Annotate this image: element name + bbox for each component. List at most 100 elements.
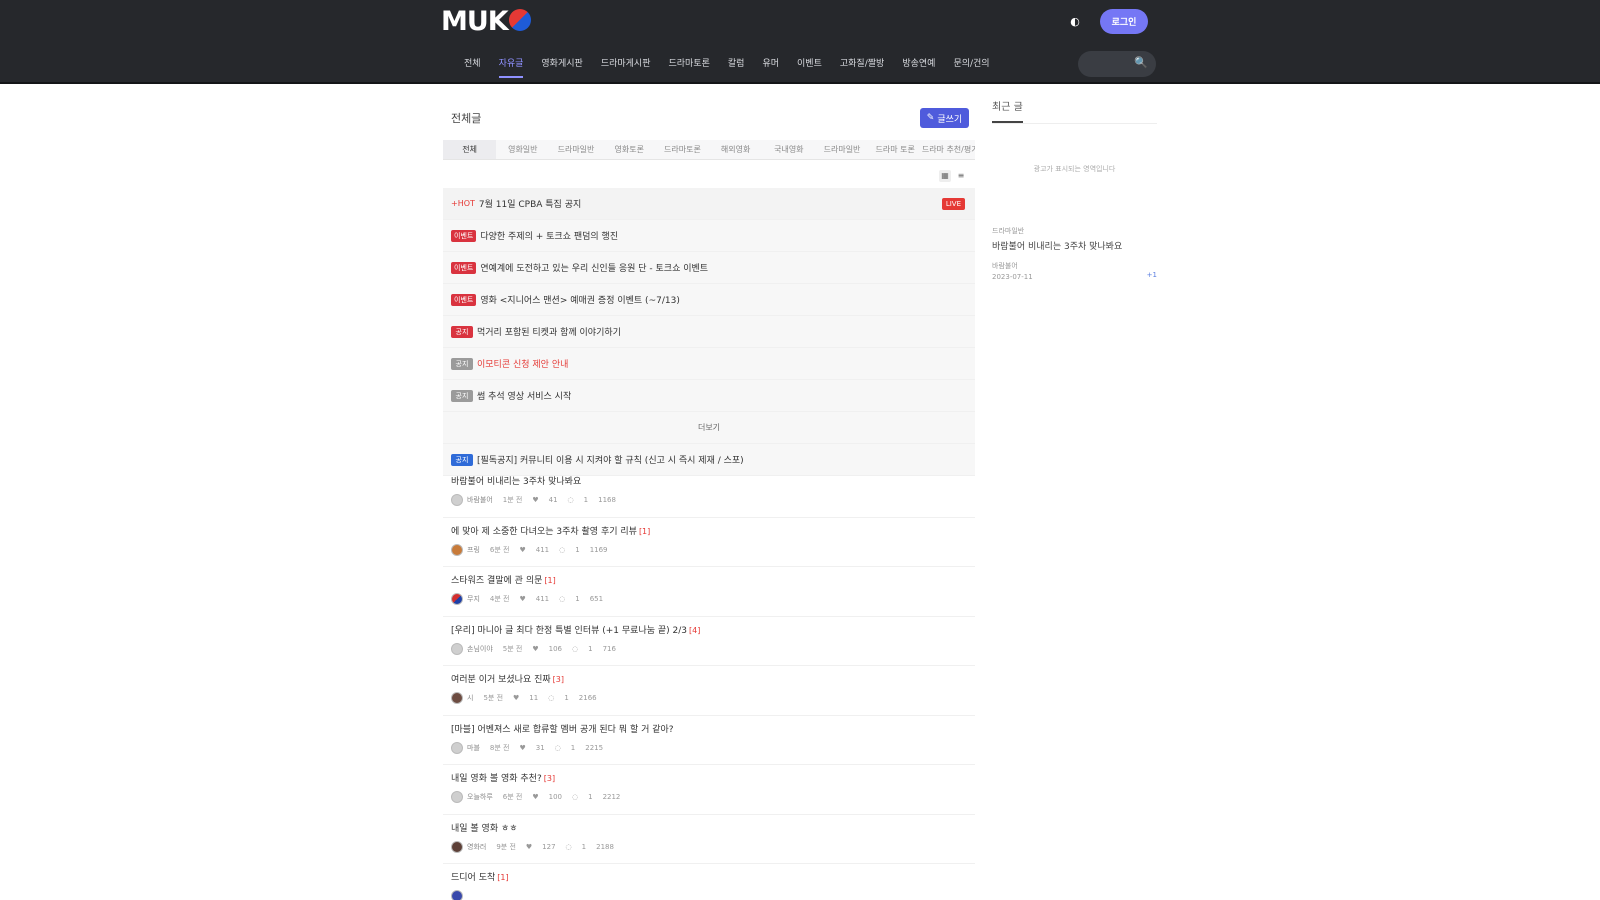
post-row[interactable]: 여러분 이거 보셨나요 진짜 [3] 시 5분 전 ♥ 11 ◌ 1 2166 <box>443 666 975 716</box>
heart-icon: ♥ <box>525 842 533 851</box>
post-author[interactable]: 무지 <box>451 593 480 605</box>
post-row[interactable]: [마블] 어벤져스 새로 합류할 멤버 공개 된다 뭐 할 거 같아? 마블 8… <box>443 716 975 765</box>
heart-icon: ♥ <box>519 743 526 752</box>
reply-count: 1 <box>581 842 587 851</box>
tab[interactable]: 영화일반 <box>496 140 549 159</box>
site-logo[interactable]: MUK <box>441 6 531 37</box>
post-title-text: 에 맞아 제 소중한 다녀오는 3주차 촬영 후기 리뷰 <box>451 526 637 537</box>
post-row[interactable]: 바람불어 비내리는 3주차 맞나봐요 바람불어 1분 전 ♥ 41 ◌ 1 1168 <box>443 468 975 518</box>
post-title-text: 내일 영화 볼 영화 추천? <box>451 774 542 784</box>
view-count: 1168 <box>598 496 616 504</box>
heart-icon: ♥ <box>532 496 539 504</box>
nav-item[interactable]: 이벤트 <box>788 52 831 76</box>
post-author[interactable]: 프링 <box>451 543 480 556</box>
like-count: 127 <box>542 842 556 851</box>
nav-item[interactable]: 고화질/짤방 <box>831 52 893 76</box>
avatar <box>451 593 463 605</box>
tab[interactable]: 국내영화 <box>762 140 815 159</box>
notice-row[interactable]: 이벤트 영화 <지니어스 맨션> 예매권 증정 이벤트 (~7/13) <box>443 284 975 316</box>
nav-item[interactable]: 칼럼 <box>719 52 754 76</box>
avatar <box>451 692 463 704</box>
notice-badge: 이벤트 <box>451 261 477 274</box>
recent-post-title[interactable]: 바람불어 비내리는 3주차 맞나봐요 <box>992 239 1157 252</box>
notice-row[interactable]: 공지 썸 추석 영상 서비스 시작 <box>443 380 975 412</box>
write-button[interactable]: ✎ 글쓰기 <box>920 108 969 128</box>
post-row[interactable]: 스타워즈 결말에 관 의문 [1] 무지 4분 전 ♥ 411 ◌ 1 651 <box>443 567 975 617</box>
theme-toggle-icon[interactable]: ◐ <box>1068 14 1082 28</box>
post-title[interactable]: 여러분 이거 보셨나요 진짜 [3] <box>451 672 967 685</box>
search-input[interactable]: 🔍 <box>1078 51 1156 77</box>
post-row[interactable]: 내일 영화 볼 영화 추천? [3] 오늘하루 6분 전 ♥ 100 ◌ 1 2212 <box>443 765 975 815</box>
author-name: 오늘하루 <box>467 793 493 801</box>
notice-badge: 공지 <box>451 389 473 402</box>
notice-list: +HOT 7월 11일 CPBA 특집 공지 LIVE 이벤트 다양한 주제의 … <box>443 188 975 476</box>
notice-row[interactable]: +HOT 7월 11일 CPBA 특집 공지 LIVE <box>443 188 975 220</box>
post-meta: 바람불어 1분 전 ♥ 41 ◌ 1 1168 <box>451 494 967 506</box>
post-row[interactable]: 드디어 도착 [1] <box>443 864 975 900</box>
tab[interactable]: 해외영화 <box>709 140 762 159</box>
grid-view-icon[interactable]: ▦ <box>939 170 951 182</box>
recent-post-author: 바람불어 <box>992 262 1018 270</box>
notice-row[interactable]: 공지 이모티콘 신청 제안 안내 <box>443 348 975 380</box>
view-count: 716 <box>602 644 616 653</box>
post-title[interactable]: 내일 볼 영화 ㅎㅎ <box>451 821 967 834</box>
divider <box>992 123 1157 124</box>
post-author[interactable]: 손님이야 <box>451 642 493 655</box>
nav-item[interactable]: 전체 <box>455 52 490 76</box>
view-count: 651 <box>589 595 604 603</box>
more-button[interactable]: 더보기 <box>443 412 975 444</box>
nav-item[interactable]: 방송연예 <box>893 52 944 76</box>
tab[interactable]: 드라마일반 <box>815 140 868 159</box>
pinned-badge: 공지 <box>451 453 473 466</box>
recent-post-item[interactable]: 드라마일반 바람불어 비내리는 3주차 맞나봐요 바람불어 2023-07-11… <box>992 226 1157 281</box>
avatar <box>451 791 463 803</box>
comment-count: [1] <box>497 873 509 882</box>
tab[interactable]: 영화토론 <box>603 140 656 159</box>
notice-row[interactable]: 이벤트 연예계에 도전하고 있는 우리 신인들 응원 단 - 토크쇼 이벤트 <box>443 252 975 284</box>
post-title[interactable]: 내일 영화 볼 영화 추천? [3] <box>451 771 967 784</box>
post-author[interactable]: 오늘하루 <box>451 791 493 803</box>
author-name: 무지 <box>467 595 480 603</box>
post-row[interactable]: 내일 볼 영화 ㅎㅎ 영화러 9분 전 ♥ 127 ◌ 1 2188 <box>443 815 975 864</box>
like-count: 411 <box>535 595 550 603</box>
pencil-icon: ✎ <box>926 113 935 123</box>
like-count: 411 <box>535 545 550 554</box>
reply-icon: ◌ <box>548 694 555 702</box>
login-button[interactable]: 로그인 <box>1100 9 1148 34</box>
tab-active[interactable]: 전체 <box>443 140 497 159</box>
author-name: 바람불어 <box>467 496 493 504</box>
post-title[interactable]: 스타워즈 결말에 관 의문 [1] <box>451 573 967 586</box>
tab[interactable]: 드라마 토론 <box>869 140 922 159</box>
notice-row[interactable]: 공지 먹거리 포함된 티켓과 함께 이야기하기 <box>443 316 975 348</box>
post-title[interactable]: 드디어 도착 [1] <box>451 870 967 883</box>
tab[interactable]: 드라마토론 <box>656 140 709 159</box>
post-row[interactable]: [우리] 마니아 글 최다 한정 특별 인터뷰 (+1 무료나눔 끝) 2/3[… <box>443 617 975 666</box>
tab[interactable]: 드라마 추천/평가 <box>922 140 975 159</box>
post-title[interactable]: 바람불어 비내리는 3주차 맞나봐요 <box>451 474 967 487</box>
nav-item[interactable]: 유머 <box>753 52 788 76</box>
post-title[interactable]: [우리] 마니아 글 최다 한정 특별 인터뷰 (+1 무료나눔 끝) 2/3[… <box>451 623 967 636</box>
list-view-icon[interactable]: ≡ <box>955 170 967 182</box>
nav-item[interactable]: 문의/건의 <box>944 52 998 76</box>
reply-icon: ◌ <box>559 595 566 603</box>
avatar <box>451 494 463 506</box>
comment-count: [3] <box>552 675 565 684</box>
tab[interactable]: 드라마일반 <box>549 140 602 159</box>
post-title[interactable]: [마블] 어벤져스 새로 합류할 멤버 공개 된다 뭐 할 거 같아? <box>451 722 967 735</box>
nav-item[interactable]: 영화게시판 <box>532 52 591 76</box>
post-row[interactable]: 에 맞아 제 소중한 다녀오는 3주차 촬영 후기 리뷰 [1] 프링 6분 전 … <box>443 518 975 567</box>
search-icon[interactable]: 🔍 <box>1134 57 1148 69</box>
nav-item[interactable]: 드라마게시판 <box>592 52 660 76</box>
notice-row[interactable]: 이벤트 다양한 주제의 + 토크쇼 팬덤의 행진 <box>443 220 975 252</box>
pinned-text: [필독공지] 커뮤니티 이용 시 지켜야 할 규칙 (신고 시 즉시 제재 / … <box>477 456 744 466</box>
post-author[interactable]: 바람불어 <box>451 494 493 506</box>
post-title[interactable]: 에 맞아 제 소중한 다녀오는 3주차 촬영 후기 리뷰 [1] <box>451 524 967 537</box>
post-author[interactable]: 마블 <box>451 741 480 754</box>
post-time: 4분 전 <box>489 595 510 603</box>
post-author[interactable]: 시 <box>451 692 473 704</box>
nav-item-active[interactable]: 자유글 <box>490 52 533 78</box>
author-name: 마블 <box>467 743 480 752</box>
post-author[interactable]: 영화러 <box>451 840 486 853</box>
nav-item[interactable]: 드라마토론 <box>660 52 719 76</box>
post-author[interactable] <box>451 890 467 900</box>
